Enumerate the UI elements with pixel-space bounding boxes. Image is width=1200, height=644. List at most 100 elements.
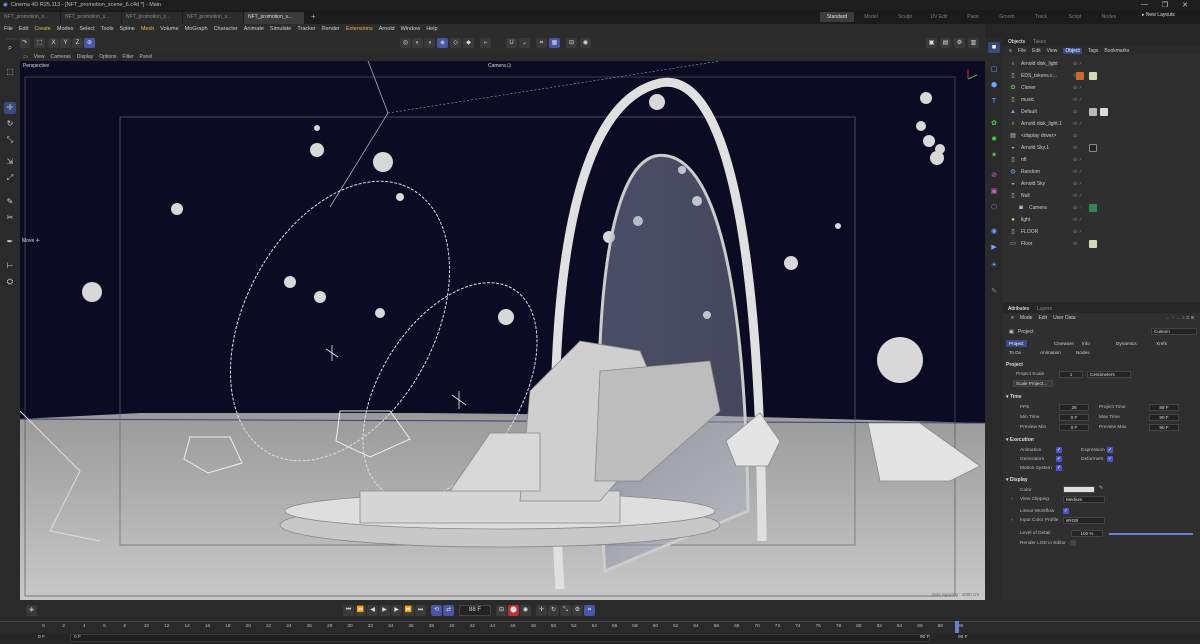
key-selection-icon[interactable]: ◉: [520, 605, 531, 616]
coordinate-system-icon[interactable]: ⊕: [84, 38, 95, 48]
visibility-flags[interactable]: ⊙ ✓: [1073, 61, 1083, 67]
viewport-scene[interactable]: [20, 61, 985, 600]
current-frame-field[interactable]: 88 F: [459, 605, 491, 616]
next-key-icon[interactable]: ⏩: [403, 605, 414, 616]
text-icon[interactable]: T: [988, 96, 1000, 107]
hamburger-icon[interactable]: ≡: [1009, 48, 1012, 54]
pen-icon[interactable]: ✎: [988, 286, 1000, 297]
object-row[interactable]: ▲ Default ⊙: [1009, 106, 1194, 118]
visibility-flags[interactable]: ⊙ ✓: [1073, 169, 1083, 175]
attr-menu-edit[interactable]: Edit: [1038, 315, 1047, 321]
paint-tool-icon[interactable]: ⛭: [4, 276, 16, 288]
select-mode-icon[interactable]: ⬚: [34, 38, 45, 48]
visibility-flags[interactable]: ⊙ ✓: [1073, 97, 1083, 103]
uv-mode-icon[interactable]: ◆: [463, 38, 474, 48]
playhead[interactable]: [955, 621, 959, 633]
project-scale-input[interactable]: 1: [1059, 371, 1083, 378]
subtab-project[interactable]: Project: [1006, 340, 1027, 347]
grid-snap-icon[interactable]: ▦: [549, 38, 560, 48]
visibility-flags[interactable]: ⊙: [1073, 133, 1077, 139]
snap-icon[interactable]: U: [506, 38, 517, 48]
object-row[interactable]: ▤ <display driver> ⊙: [1009, 130, 1194, 142]
menu-spline[interactable]: Spline: [120, 26, 135, 32]
layout-paint[interactable]: Paint: [956, 12, 990, 22]
spline-icon[interactable]: ▢: [988, 64, 1000, 75]
go-to-start-icon[interactable]: ⏮: [343, 605, 354, 616]
generator-icon[interactable]: ⬢: [988, 80, 1000, 91]
nav-arrows-icon[interactable]: ← ↑ → ⌕ ⊡ ⊞: [1165, 315, 1200, 321]
object-row[interactable]: ▯EDS_tokens.c...⊙: [1009, 70, 1194, 82]
knife-tool-icon[interactable]: ✂: [4, 212, 16, 224]
section-display[interactable]: ▾ Display: [1006, 477, 1028, 483]
move-tool-icon[interactable]: ✛: [4, 102, 16, 114]
obj-menu-view[interactable]: View: [1047, 48, 1058, 54]
object-row[interactable]: ▯ music ⊙ ✓: [1009, 94, 1194, 106]
go-to-end-icon[interactable]: ⏭: [415, 605, 426, 616]
play-icon[interactable]: ▶: [379, 605, 390, 616]
menu-volume[interactable]: Volume: [160, 26, 178, 32]
param-key-icon[interactable]: ⚙: [572, 605, 583, 616]
layout-model[interactable]: Model: [854, 12, 888, 22]
camera-icon[interactable]: ▶: [988, 242, 1000, 253]
subtab-nodes[interactable]: Nodes: [1073, 349, 1093, 356]
visibility-flags[interactable]: ⊙ ✓: [1073, 229, 1083, 235]
subtab-xrefs[interactable]: Xrefs: [1153, 340, 1170, 347]
render-settings-icon[interactable]: ⚙: [954, 38, 965, 48]
render-icon[interactable]: ▣: [926, 38, 937, 48]
visibility-flags[interactable]: ⊙ ✓: [1073, 193, 1083, 199]
next-frame-icon[interactable]: ▶: [391, 605, 402, 616]
loop-icon[interactable]: ⟲: [431, 605, 442, 616]
tab-layers[interactable]: Layers: [1037, 306, 1052, 312]
obj-menu-file[interactable]: File: [1018, 48, 1026, 54]
mograph-icon[interactable]: ✿: [988, 118, 1000, 129]
color-swatch[interactable]: [1063, 486, 1095, 493]
doc-tab[interactable]: NFT_promotion_s...: [61, 12, 121, 24]
doc-tab[interactable]: NFT_promotion_s...: [122, 12, 182, 24]
record-keys-icon[interactable]: ⊟: [496, 605, 507, 616]
obj-menu-object[interactable]: Object: [1063, 47, 1082, 54]
preview-min-input[interactable]: 0 F: [1059, 424, 1089, 431]
layout-nodes[interactable]: Nodes: [1092, 12, 1126, 22]
project-time-input[interactable]: 88 F: [1149, 404, 1179, 411]
cube-icon[interactable]: ■: [988, 42, 1000, 53]
visibility-flags[interactable]: ⊙ ✓: [1073, 121, 1083, 127]
sky-tag[interactable]: [1089, 144, 1097, 152]
texture-mode-icon[interactable]: ◐: [412, 38, 423, 48]
autokey-icon[interactable]: ⬤: [508, 605, 519, 616]
menu-modes[interactable]: Modes: [57, 26, 74, 32]
project-scale-unit-dropdown[interactable]: Centimeters: [1087, 371, 1131, 378]
object-row[interactable]: ◙ Camera ⊙ ⁘: [1009, 202, 1194, 214]
hamburger-icon[interactable]: ≡: [1011, 315, 1014, 321]
menu-tools[interactable]: Tools: [101, 26, 114, 32]
subtab-todo[interactable]: To Do: [1006, 349, 1024, 356]
render-region-icon[interactable]: ⊟: [566, 38, 577, 48]
volume-icon[interactable]: ⬡: [988, 202, 1000, 213]
material-tag[interactable]: [1089, 240, 1097, 248]
viewport-menu-options[interactable]: Options: [99, 54, 116, 60]
search-icon[interactable]: ⌕: [4, 42, 16, 54]
object-row[interactable]: ♁ Arnold disk_light.1 ⊙ ✓: [1009, 118, 1194, 130]
rotate-tool-icon[interactable]: ↻: [4, 118, 16, 130]
subtab-cineware[interactable]: Cineware: [1051, 340, 1077, 347]
object-row[interactable]: ♁ Arnold disk_light ⊙ ✓: [1009, 58, 1194, 70]
range-slider[interactable]: 0 F: [70, 634, 930, 642]
subtab-animation[interactable]: Animation: [1037, 349, 1064, 356]
obj-menu-edit[interactable]: Edit: [1032, 48, 1041, 54]
viewport-menu-cameras[interactable]: Cameras: [50, 54, 70, 60]
axis-x-button[interactable]: X: [48, 38, 59, 48]
object-row[interactable]: ● light ⊙ ✓: [1009, 214, 1194, 226]
layout-uv-edit[interactable]: UV Edit: [922, 12, 956, 22]
obj-menu-bookmarks[interactable]: Bookmarks: [1104, 48, 1129, 54]
points-mode-icon[interactable]: ◑: [424, 38, 435, 48]
object-row[interactable]: ◒ Arnold Sky.1 ⊙: [1009, 142, 1194, 154]
field-icon[interactable]: ▣: [988, 186, 1000, 197]
visibility-flags[interactable]: ⊙ ✓: [1073, 181, 1083, 187]
minimize-button[interactable]: —: [1141, 1, 1148, 9]
subtab-dynamics[interactable]: Dynamics: [1113, 340, 1140, 347]
active-camera-label[interactable]: Camera ⊡: [488, 63, 511, 69]
axis-y-button[interactable]: Y: [60, 38, 71, 48]
prev-key-icon[interactable]: ⏪: [355, 605, 366, 616]
menu-mesh[interactable]: Mesh: [141, 26, 154, 32]
menu-tracker[interactable]: Tracker: [297, 26, 315, 32]
workplane-icon[interactable]: ⌗: [536, 38, 547, 48]
